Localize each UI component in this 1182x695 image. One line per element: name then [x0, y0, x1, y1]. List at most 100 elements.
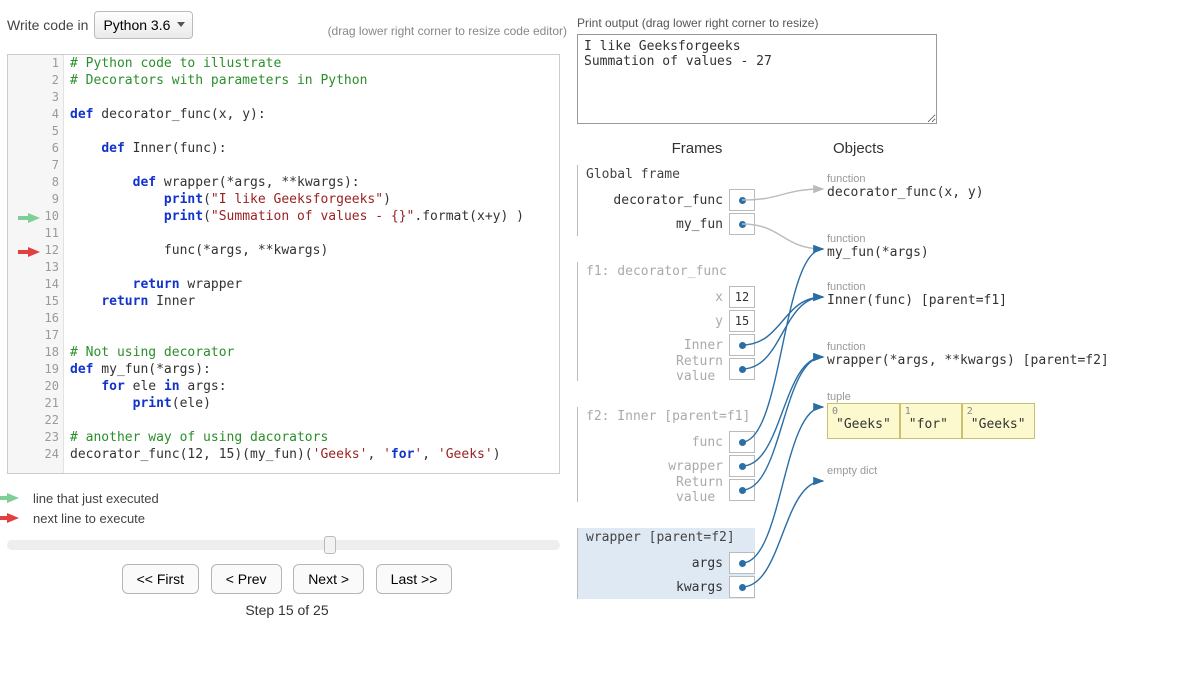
- frame-var: func: [586, 430, 755, 454]
- code-line[interactable]: # another way of using dacorators: [70, 429, 559, 446]
- var-name: args: [692, 556, 729, 571]
- output-box[interactable]: I like Geeksforgeeks Summation of values…: [577, 34, 937, 124]
- var-ref-cell: [729, 358, 755, 380]
- frame-global: Global frame decorator_func my_fun: [577, 165, 755, 236]
- var-ref-cell: [729, 334, 755, 356]
- object-o_tuple: tuple0"Geeks"1"for"2"Geeks": [827, 391, 1035, 439]
- var-name: y: [715, 314, 729, 329]
- code-line[interactable]: [70, 327, 559, 344]
- var-name: Return value: [676, 475, 729, 505]
- step-slider[interactable]: [7, 540, 560, 550]
- frames-header: Frames: [577, 140, 817, 157]
- frame-var: Inner: [586, 333, 755, 357]
- var-ref-cell: [729, 552, 755, 574]
- code-line[interactable]: [70, 259, 559, 276]
- frame-var: decorator_func: [586, 188, 755, 212]
- frame-var: y15: [586, 309, 755, 333]
- prev-line-arrow-icon: [28, 213, 40, 223]
- code-line[interactable]: # Decorators with parameters in Python: [70, 72, 559, 89]
- code-line[interactable]: decorator_func(12, 15)(my_fun)('Geeks', …: [70, 446, 559, 463]
- write-code-label: Write code in: [7, 17, 88, 33]
- code-line[interactable]: def wrapper(*args, **kwargs):: [70, 174, 559, 191]
- code-line[interactable]: # Not using decorator: [70, 344, 559, 361]
- next-button[interactable]: Next >: [293, 564, 364, 594]
- object-type-label: function: [827, 281, 1007, 293]
- editor-resize-hint: (drag lower right corner to resize code …: [328, 24, 567, 38]
- object-type-label: function: [827, 233, 929, 245]
- language-select[interactable]: Python 3.6: [94, 11, 193, 39]
- step-slider-thumb[interactable]: [324, 536, 336, 554]
- code-line[interactable]: def my_fun(*args):: [70, 361, 559, 378]
- code-line[interactable]: [70, 412, 559, 429]
- var-ref-cell: [729, 479, 755, 501]
- code-line[interactable]: return wrapper: [70, 276, 559, 293]
- frame-title: f2: Inner [parent=f1]: [586, 407, 755, 430]
- object-text: wrapper(*args, **kwargs) [parent=f2]: [827, 353, 1109, 368]
- code-line[interactable]: def decorator_func(x, y):: [70, 106, 559, 123]
- frame-title: wrapper [parent=f2]: [586, 528, 755, 551]
- frame-wrapper: wrapper [parent=f2] args kwargs: [577, 528, 755, 599]
- frame-f1: f1: decorator_funcx12y15InnerReturn valu…: [577, 262, 755, 381]
- code-line[interactable]: print("Summation of values - {}".format(…: [70, 208, 559, 225]
- object-o_myfun: functionmy_fun(*args): [827, 233, 929, 260]
- var-value-cell: 15: [729, 310, 755, 332]
- code-line[interactable]: [70, 123, 559, 140]
- object-o_inner: functionInner(func) [parent=f1]: [827, 281, 1007, 308]
- var-ref-cell: [729, 189, 755, 211]
- var-name: wrapper: [668, 459, 729, 474]
- object-type-label: empty dict: [827, 465, 877, 477]
- object-text: decorator_func(x, y): [827, 185, 984, 200]
- code-line[interactable]: return Inner: [70, 293, 559, 310]
- prev-button[interactable]: < Prev: [211, 564, 282, 594]
- frame-var: my_fun: [586, 212, 755, 236]
- frame-title: f1: decorator_func: [586, 262, 755, 285]
- next-line-arrow-icon: [28, 247, 40, 257]
- tuple-cell: 2"Geeks": [962, 403, 1035, 439]
- legend-next-arrow-icon: [7, 513, 27, 523]
- var-ref-cell: [729, 455, 755, 477]
- code-line[interactable]: # Python code to illustrate: [70, 55, 559, 72]
- last-button[interactable]: Last >>: [376, 564, 453, 594]
- code-line[interactable]: print(ele): [70, 395, 559, 412]
- var-name: x: [715, 290, 729, 305]
- frame-var: kwargs: [586, 575, 755, 599]
- object-o_empty: empty dict: [827, 465, 877, 477]
- first-button[interactable]: << First: [122, 564, 199, 594]
- var-name: func: [692, 435, 729, 450]
- code-line[interactable]: [70, 89, 559, 106]
- output-label: Print output (drag lower right corner to…: [577, 16, 1177, 30]
- legend-prev-text: line that just executed: [33, 491, 159, 506]
- code-line[interactable]: [70, 225, 559, 242]
- frame-title: Global frame: [586, 165, 755, 188]
- code-line[interactable]: func(*args, **kwargs): [70, 242, 559, 259]
- object-text: Inner(func) [parent=f1]: [827, 293, 1007, 308]
- var-name: Inner: [684, 338, 729, 353]
- object-o_dec: functiondecorator_func(x, y): [827, 173, 984, 200]
- tuple-cell: 0"Geeks": [827, 403, 900, 439]
- frame-f2: f2: Inner [parent=f1] func wrapperReturn v…: [577, 407, 755, 502]
- frame-var: wrapper: [586, 454, 755, 478]
- code-editor[interactable]: 123456789101112131415161718192021222324 …: [7, 54, 560, 474]
- code-line[interactable]: [70, 157, 559, 174]
- step-counter: Step 15 of 25: [7, 602, 567, 618]
- var-ref-cell: [729, 431, 755, 453]
- legend-prev-arrow-icon: [7, 493, 27, 503]
- frame-var: args: [586, 551, 755, 575]
- var-ref-cell: [729, 213, 755, 235]
- var-value-cell: 12: [729, 286, 755, 308]
- var-name: kwargs: [676, 580, 729, 595]
- code-line[interactable]: for ele in args:: [70, 378, 559, 395]
- tuple-cell: 1"for": [900, 403, 962, 439]
- var-name: my_fun: [676, 217, 729, 232]
- code-line[interactable]: [70, 310, 559, 327]
- code-line[interactable]: def Inner(func):: [70, 140, 559, 157]
- object-text: my_fun(*args): [827, 245, 929, 260]
- var-ref-cell: [729, 576, 755, 598]
- legend-next-text: next line to execute: [33, 511, 145, 526]
- var-name: Return value: [676, 354, 729, 384]
- code-line[interactable]: print("I like Geeksforgeeks"): [70, 191, 559, 208]
- frame-var: Return value: [586, 357, 755, 381]
- frame-var: x12: [586, 285, 755, 309]
- objects-header: Objects: [817, 140, 1017, 157]
- var-name: decorator_func: [613, 193, 729, 208]
